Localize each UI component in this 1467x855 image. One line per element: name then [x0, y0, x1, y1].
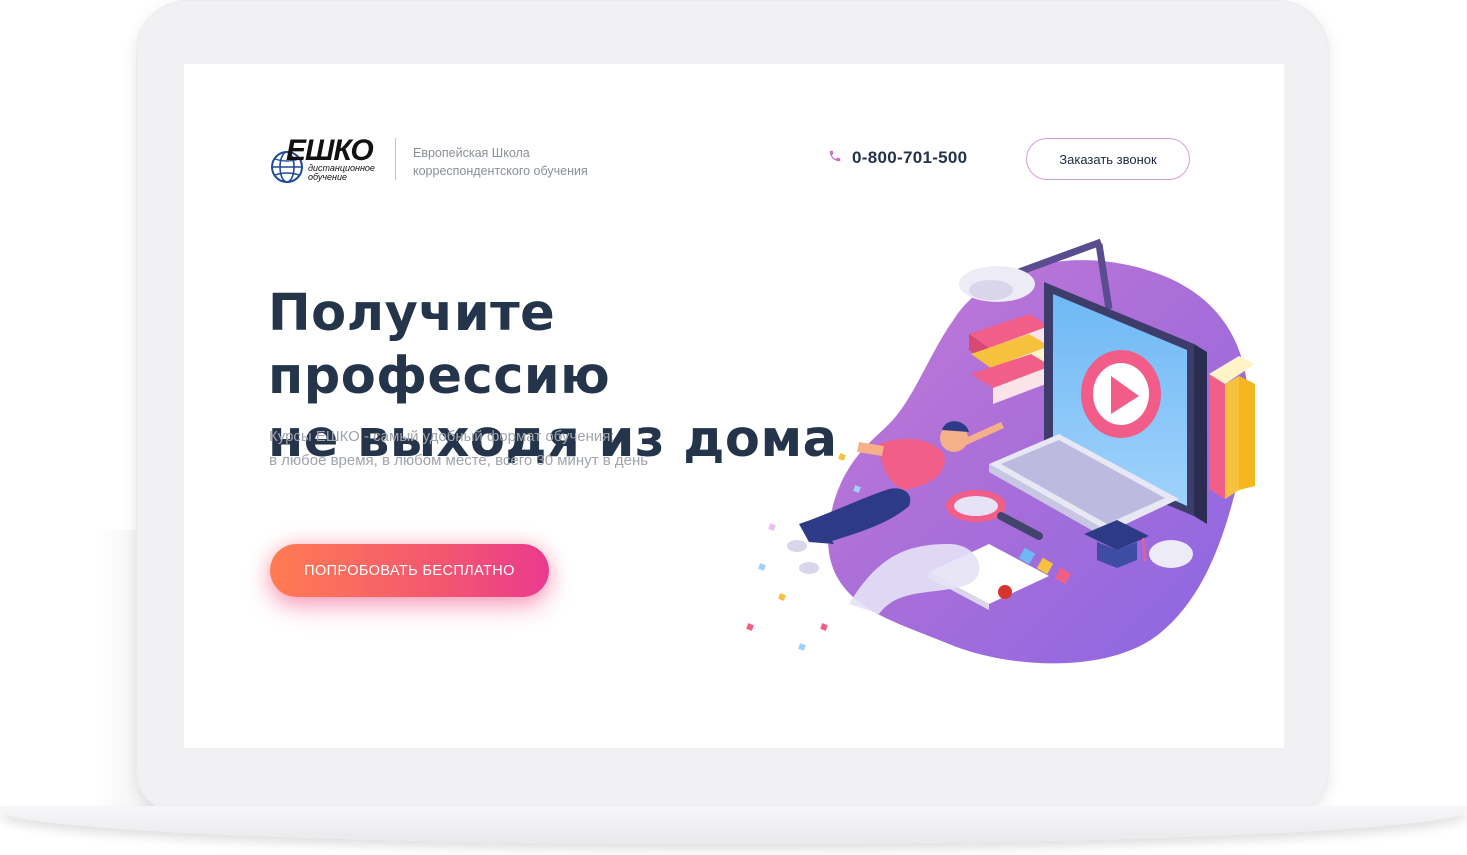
hero-subtitle-line2: в любое время, в любом месте, всего 30 м… — [269, 452, 649, 469]
book-stack-right — [1209, 356, 1255, 499]
logo[interactable]: ЕШКО дистанционное обучение — [270, 136, 382, 184]
phone-icon — [829, 150, 841, 162]
logo-wordmark: ЕШКО — [286, 134, 374, 167]
request-callback-button[interactable]: Заказать звонок — [1026, 138, 1190, 180]
hero-subtitle-line1: Курсы ЕШКО - самый удобный формат обучен… — [269, 428, 615, 445]
hero-subtitle: Курсы ЕШКО - самый удобный формат обучен… — [269, 425, 648, 473]
header-divider — [395, 138, 396, 180]
hero-illustration — [746, 238, 1255, 664]
laptop-screen: ЕШКО дистанционное обучение Европейская … — [184, 64, 1284, 748]
school-name-line1: Европейская Школа — [413, 146, 530, 160]
mouse — [1149, 540, 1193, 568]
school-name-line2: корреспондентского обучения — [413, 164, 588, 178]
logo-subtitle-line2: обучение — [308, 172, 347, 182]
try-free-button[interactable]: ПОПРОБОВАТЬ БЕСПЛАТНО — [270, 544, 549, 597]
phone-number-link[interactable]: 0-800-701-500 — [852, 148, 967, 168]
laptop-base — [0, 806, 1467, 844]
school-name: Европейская Школа корреспондентского обу… — [413, 144, 588, 180]
logo-subtitle: дистанционное обучение — [308, 164, 388, 182]
